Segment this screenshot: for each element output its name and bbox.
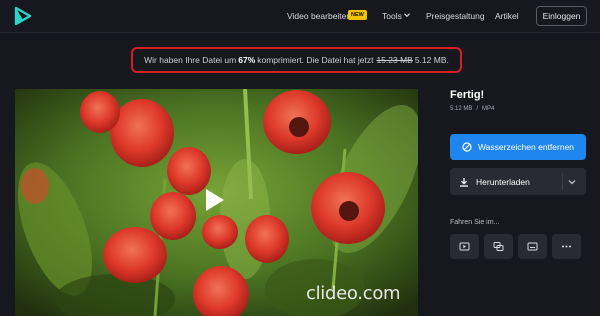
- file-info-separator: /: [476, 106, 479, 112]
- notice-old-size: 15.23 MB: [376, 55, 413, 65]
- notice-middle: komprimiert. Die Datei hat jetzt: [257, 55, 374, 65]
- result-title: Fertig!: [450, 89, 485, 101]
- more-icon: [562, 245, 571, 248]
- top-navigation: Video bearbeiten NEW Tools Preisgestaltu…: [0, 0, 600, 33]
- watermark-text: clideo.com: [306, 283, 401, 304]
- notice-new-size: 5.12 MB.: [414, 55, 449, 65]
- play-icon[interactable]: [204, 187, 226, 213]
- compression-notice: Wir haben Ihre Datei um 67% komprimiert.…: [131, 47, 462, 73]
- chevron-down-icon[interactable]: [567, 177, 577, 187]
- notice-prefix: Wir haben Ihre Datei um: [144, 55, 237, 65]
- remove-watermark-label: Wasserzeichen entfernen: [477, 142, 575, 152]
- login-button[interactable]: Einloggen: [536, 6, 587, 26]
- nav-video-edit[interactable]: Video bearbeiten: [287, 11, 351, 21]
- play-logo-icon[interactable]: [14, 7, 32, 25]
- subtitles-tool-button[interactable]: [518, 234, 547, 259]
- merge-tool-button[interactable]: [484, 234, 513, 259]
- more-options-button[interactable]: [552, 234, 581, 259]
- subtitles-icon: [527, 242, 538, 251]
- nav-pricing[interactable]: Preisgestaltung: [426, 11, 485, 21]
- nav-articles[interactable]: Artikel: [495, 11, 519, 21]
- notice-percent: 67%: [238, 55, 256, 65]
- new-badge: NEW: [348, 10, 367, 20]
- block-icon: [462, 142, 472, 152]
- remove-watermark-button[interactable]: Wasserzeichen entfernen: [450, 134, 586, 160]
- nav-tools[interactable]: Tools: [382, 11, 402, 21]
- continue-label: Fahren Sie im...: [450, 219, 500, 226]
- file-type: MP4: [482, 106, 495, 112]
- chevron-down-icon[interactable]: [403, 11, 411, 19]
- download-divider: [562, 173, 563, 190]
- file-size: 5.12 MB: [450, 106, 473, 112]
- download-icon: [460, 178, 468, 187]
- download-label: Herunterladen: [476, 177, 530, 187]
- download-button[interactable]: Herunterladen: [450, 168, 586, 195]
- merge-icon: [493, 242, 504, 251]
- file-info: 5.12 MB / MP4: [450, 106, 494, 112]
- video-player-tool-button[interactable]: [450, 234, 479, 259]
- video-player-icon: [459, 242, 470, 251]
